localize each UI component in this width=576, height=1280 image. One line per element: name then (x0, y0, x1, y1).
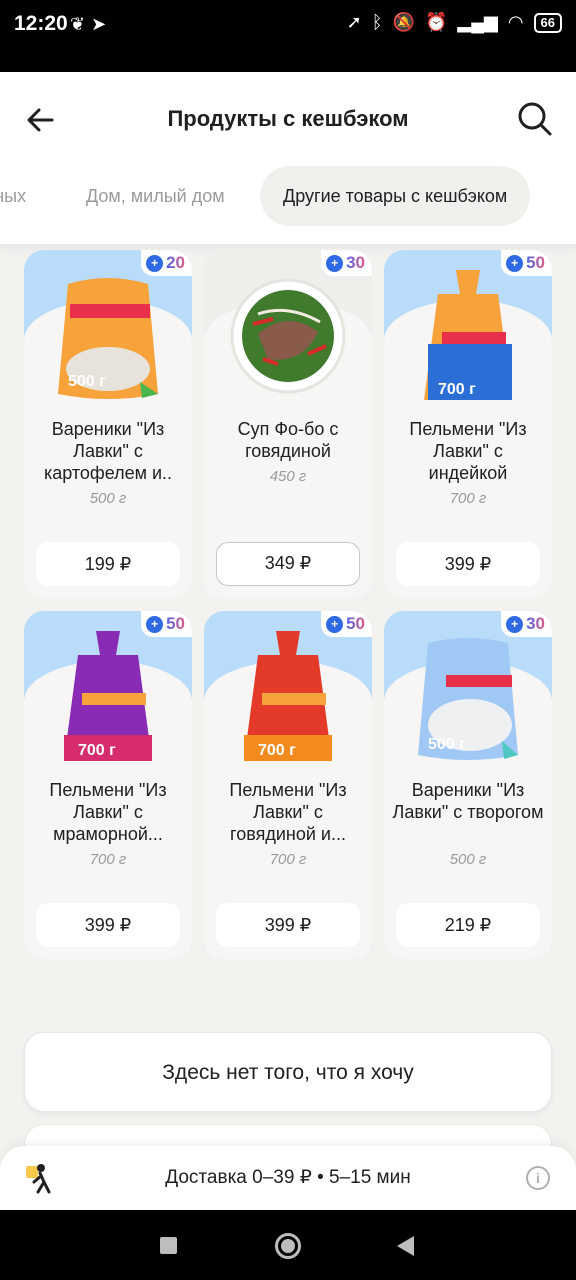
delivery-info: Доставка 0–39 ₽ • 5–15 мин (165, 1167, 411, 1188)
price-button[interactable]: 399 ₽ (36, 903, 180, 947)
telegram-icon: ➤ (91, 14, 107, 34)
not-found-button[interactable]: Здесь нет того, что я хочу (24, 1032, 552, 1112)
tab-partial[interactable]: тных (0, 166, 26, 226)
product-card[interactable]: + 20 500 г Вареники "Из Лавки" с картофе… (24, 250, 192, 598)
page-title: Продукты с кешбэком (167, 106, 409, 131)
product-image (230, 278, 346, 394)
location-icon: ➚ (346, 12, 362, 32)
svg-text:500 г: 500 г (428, 736, 466, 753)
bluetooth-icon: ᛒ (371, 12, 383, 32)
delivery-bar[interactable]: Доставка 0–39 ₽ • 5–15 мин i (0, 1146, 576, 1210)
price-button[interactable]: 399 ₽ (216, 903, 360, 947)
product-image: 700 г (244, 631, 332, 761)
product-weight: 500 г (449, 851, 487, 868)
product-card[interactable]: + 50 700 г Пельмени "Из Лавки" с мраморн… (24, 611, 192, 959)
product-weight: 700 г (449, 490, 487, 507)
product-image: 700 г (424, 270, 512, 400)
svg-text:700 г: 700 г (258, 742, 296, 759)
category-tabs: тных Дом, милый дом Другие товары с кешб… (0, 166, 576, 226)
product-weight: 700 г (269, 851, 307, 868)
price-button[interactable]: 349 ₽ (216, 542, 360, 586)
product-image: 500 г (58, 278, 158, 399)
tab-other-cashback[interactable]: Другие товары с кешбэком (260, 166, 531, 226)
price-button[interactable]: 219 ₽ (396, 903, 540, 947)
product-card[interactable]: + 50 700 г Пельмени "Из Лавки" с говядин… (204, 611, 372, 959)
product-image: 500 г (418, 638, 518, 760)
alarm-icon: ⏰ (424, 12, 448, 32)
product-card[interactable]: + 30 Суп Фо-бо с говядиной 450 г 349 ₽ (204, 250, 372, 598)
system-nav-bar (0, 1210, 576, 1280)
wifi-icon: ◠ (507, 12, 524, 32)
product-weight: 500 г (89, 490, 127, 507)
product-name: Суп Фо-бо с говядиной (237, 419, 339, 461)
tab-home[interactable]: Дом, милый дом (86, 166, 225, 226)
leaf-icon: ❦ (70, 14, 86, 34)
product-card[interactable]: + 30 500 г Вареники "Из Лавки" с творого… (384, 611, 552, 959)
search-icon[interactable] (516, 100, 554, 138)
product-card[interactable]: + 50 700 г Пельмени "Из Лавки" с индейко… (384, 250, 552, 598)
product-name: Пельмени "Из Лавки" с индейкой (409, 419, 527, 483)
home-button[interactable] (275, 1233, 301, 1259)
mute-icon: 🔕 (392, 12, 415, 32)
svg-text:500 г: 500 г (68, 373, 106, 390)
battery-icon: 66 (533, 12, 562, 33)
product-name: Пельмени "Из Лавки" с мраморной... (49, 780, 167, 844)
signal-icon: ▂▄▆ (457, 12, 498, 32)
back-button[interactable] (397, 1236, 414, 1256)
info-icon[interactable]: i (526, 1166, 550, 1190)
status-bar: 12:20 ❦ ➤ ➚ ᛒ 🔕 ⏰ ▂▄▆ ◠ 66 (0, 0, 576, 72)
status-left-icons: ❦ ➤ (70, 14, 106, 35)
price-button[interactable]: 199 ₽ (36, 542, 180, 586)
status-right-icons: ➚ ᛒ 🔕 ⏰ ▂▄▆ ◠ 66 (347, 12, 562, 33)
product-weight: 450 г (269, 468, 307, 485)
product-name: Вареники "Из Лавки" с творогом (392, 780, 544, 822)
product-weight: 700 г (89, 851, 127, 868)
svg-text:700 г: 700 г (438, 381, 476, 398)
header: Продукты с кешбэком тных Дом, милый дом … (0, 72, 576, 244)
svg-text:700 г: 700 г (78, 742, 116, 759)
product-name: Вареники "Из Лавки" с картофелем и.. (43, 419, 173, 483)
recents-button[interactable] (160, 1237, 177, 1254)
price-button[interactable]: 399 ₽ (396, 542, 540, 586)
status-time: 12:20 (14, 12, 68, 35)
product-image: 700 г (64, 631, 152, 761)
product-name: Пельмени "Из Лавки" с говядиной и... (229, 780, 347, 844)
